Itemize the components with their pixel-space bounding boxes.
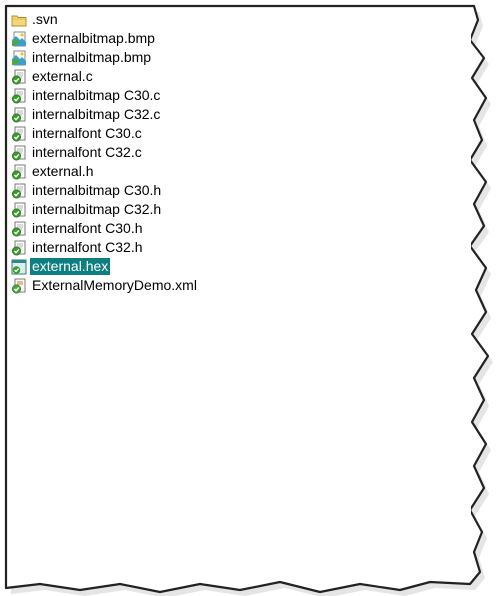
file-name: internalbitmap C30.c [32,87,161,103]
file-item[interactable]: internalfont C32.h [9,238,471,257]
file-item[interactable]: external.h [9,162,471,181]
file-name: external.c [32,68,93,84]
file-name: .svn [32,11,58,27]
file-name: internalbitmap.bmp [32,49,152,65]
file-name: externalbitmap.bmp [32,30,155,46]
source-file-icon [11,126,27,142]
file-name: internalfont C30.c [32,125,142,141]
source-file-icon [11,240,27,256]
source-file-icon [11,145,27,161]
file-item[interactable]: internalbitmap C32.c [9,105,471,124]
file-name: internalbitmap C32.c [32,106,161,122]
file-name: internalbitmap C30.h [32,182,162,198]
file-item[interactable]: .svn [9,10,471,29]
source-file-icon [11,107,27,123]
file-name: external.hex [30,258,111,275]
source-file-icon [11,221,27,237]
file-list: .svn externalbitmap.bmp internalbitmap.bmp… [9,10,471,575]
file-item[interactable]: internalbitmap C32.h [9,200,471,219]
file-item[interactable]: internalfont C30.c [9,124,471,143]
file-item[interactable]: externalbitmap.bmp [9,29,471,48]
file-name: internalbitmap C32.h [32,201,162,217]
file-item[interactable]: internalbitmap C30.c [9,86,471,105]
file-item[interactable]: internalbitmap.bmp [9,48,471,67]
file-item[interactable]: internalfont C30.h [9,219,471,238]
file-name: internalfont C32.h [32,239,143,255]
source-file-icon [11,69,27,85]
explorer-window: .svn externalbitmap.bmp internalbitmap.bmp… [0,0,502,596]
file-item[interactable]: external.c [9,67,471,86]
source-file-icon [11,88,27,104]
bitmap-file-icon [11,31,27,47]
source-file-icon [11,164,27,180]
file-item[interactable]: internalbitmap C30.h [9,181,471,200]
file-name: internalfont C32.c [32,144,142,160]
file-item[interactable]: ExternalMemoryDemo.xml [9,276,471,295]
file-name: internalfont C30.h [32,220,143,236]
source-file-icon [11,202,27,218]
xml-file-icon [11,278,27,294]
hex-file-icon [11,259,27,275]
file-item[interactable]: internalfont C32.c [9,143,471,162]
file-item[interactable]: external.hex [9,257,471,276]
folder-icon [11,12,27,28]
file-name: ExternalMemoryDemo.xml [32,277,197,293]
file-name: external.h [32,163,94,179]
source-file-icon [11,183,27,199]
bitmap-file-icon [11,50,27,66]
